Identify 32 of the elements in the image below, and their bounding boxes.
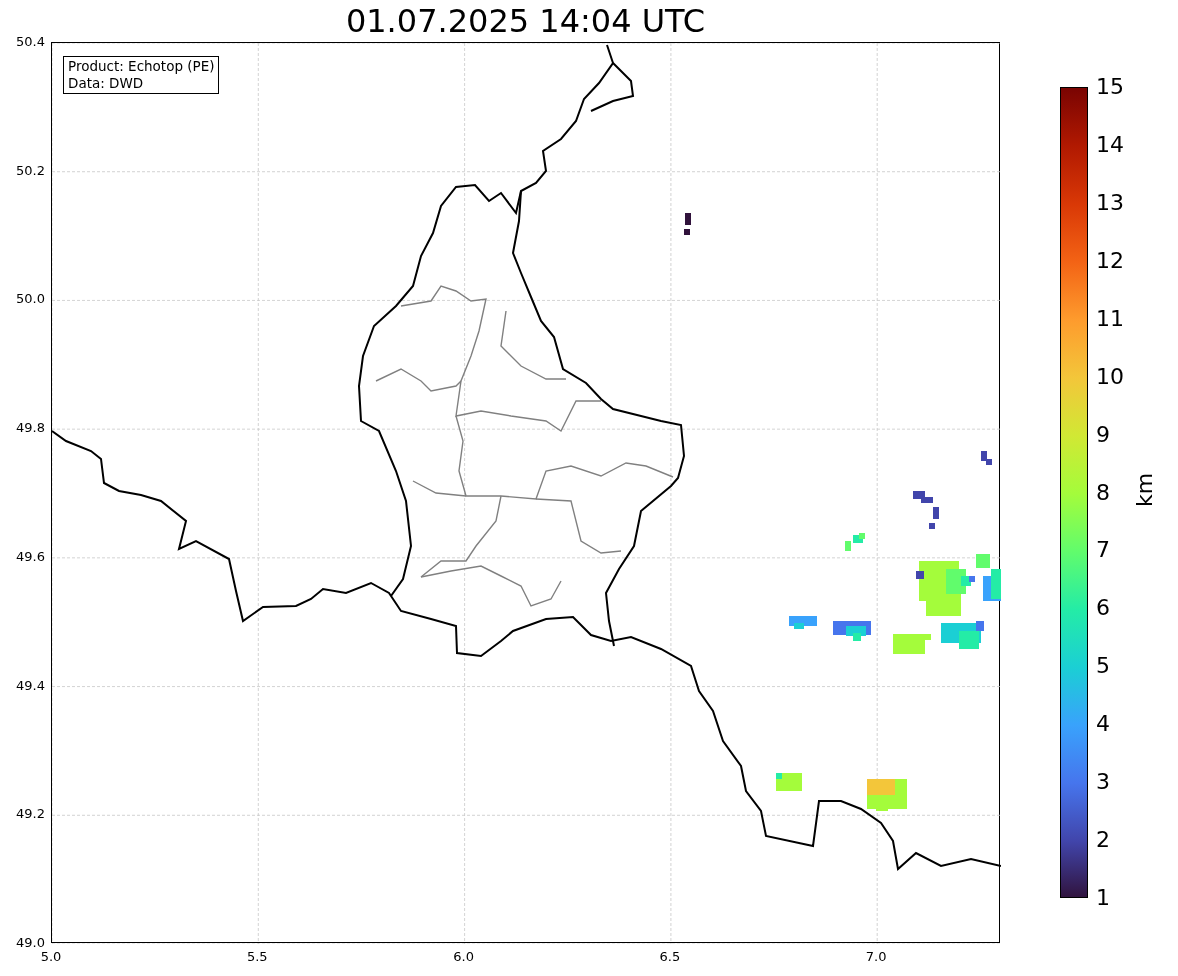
colorbar-tick-label: 3 — [1096, 769, 1110, 796]
y-tick-label: 49.4 — [16, 677, 45, 694]
colorbar-tick-label: 1 — [1096, 885, 1110, 911]
colorbar-tick-label: 2 — [1096, 827, 1110, 854]
x-tick-label: 5.5 — [246, 949, 268, 965]
colorbar-tick-label: 12 — [1096, 247, 1124, 274]
y-tick-label: 49.2 — [16, 806, 45, 823]
colorbar-tick-label: 7 — [1096, 537, 1110, 564]
colorbar-label: km — [1132, 472, 1159, 508]
x-tick-label: 5.0 — [40, 949, 62, 965]
colorbar-tick-label: 8 — [1096, 479, 1110, 506]
colorbar-tick-label: 9 — [1096, 421, 1110, 448]
y-tick-label: 50.2 — [16, 162, 45, 179]
legend-text: Product: Echotop (PE) — [68, 58, 215, 75]
x-tick-label: 6.5 — [659, 949, 681, 965]
colorbar-tick-label: 15 — [1096, 74, 1124, 100]
chart-title: 01.07.2025 14:04 UTC — [345, 1, 706, 42]
colorbar-tick-label: 4 — [1096, 711, 1110, 738]
colorbar-tick-label: 6 — [1096, 595, 1110, 622]
y-tick-label: 50.4 — [16, 34, 45, 50]
colorbar-tick-label: 11 — [1096, 305, 1124, 332]
y-tick-label: 49.6 — [16, 548, 45, 565]
y-tick-label: 49.8 — [16, 420, 45, 437]
colorbar-tick-label: 13 — [1096, 189, 1124, 216]
colorbar-tick-label: 14 — [1096, 131, 1124, 158]
y-tick-label: 49.0 — [16, 935, 45, 951]
colorbar-tick-label: 10 — [1096, 363, 1124, 390]
x-tick-label: 7.0 — [865, 949, 887, 965]
x-tick-label: 6.0 — [453, 949, 474, 965]
legend-text: Data: DWD — [68, 75, 145, 92]
y-tick-label: 50.0 — [16, 291, 45, 308]
colorbar-tick-label: 5 — [1096, 653, 1110, 680]
